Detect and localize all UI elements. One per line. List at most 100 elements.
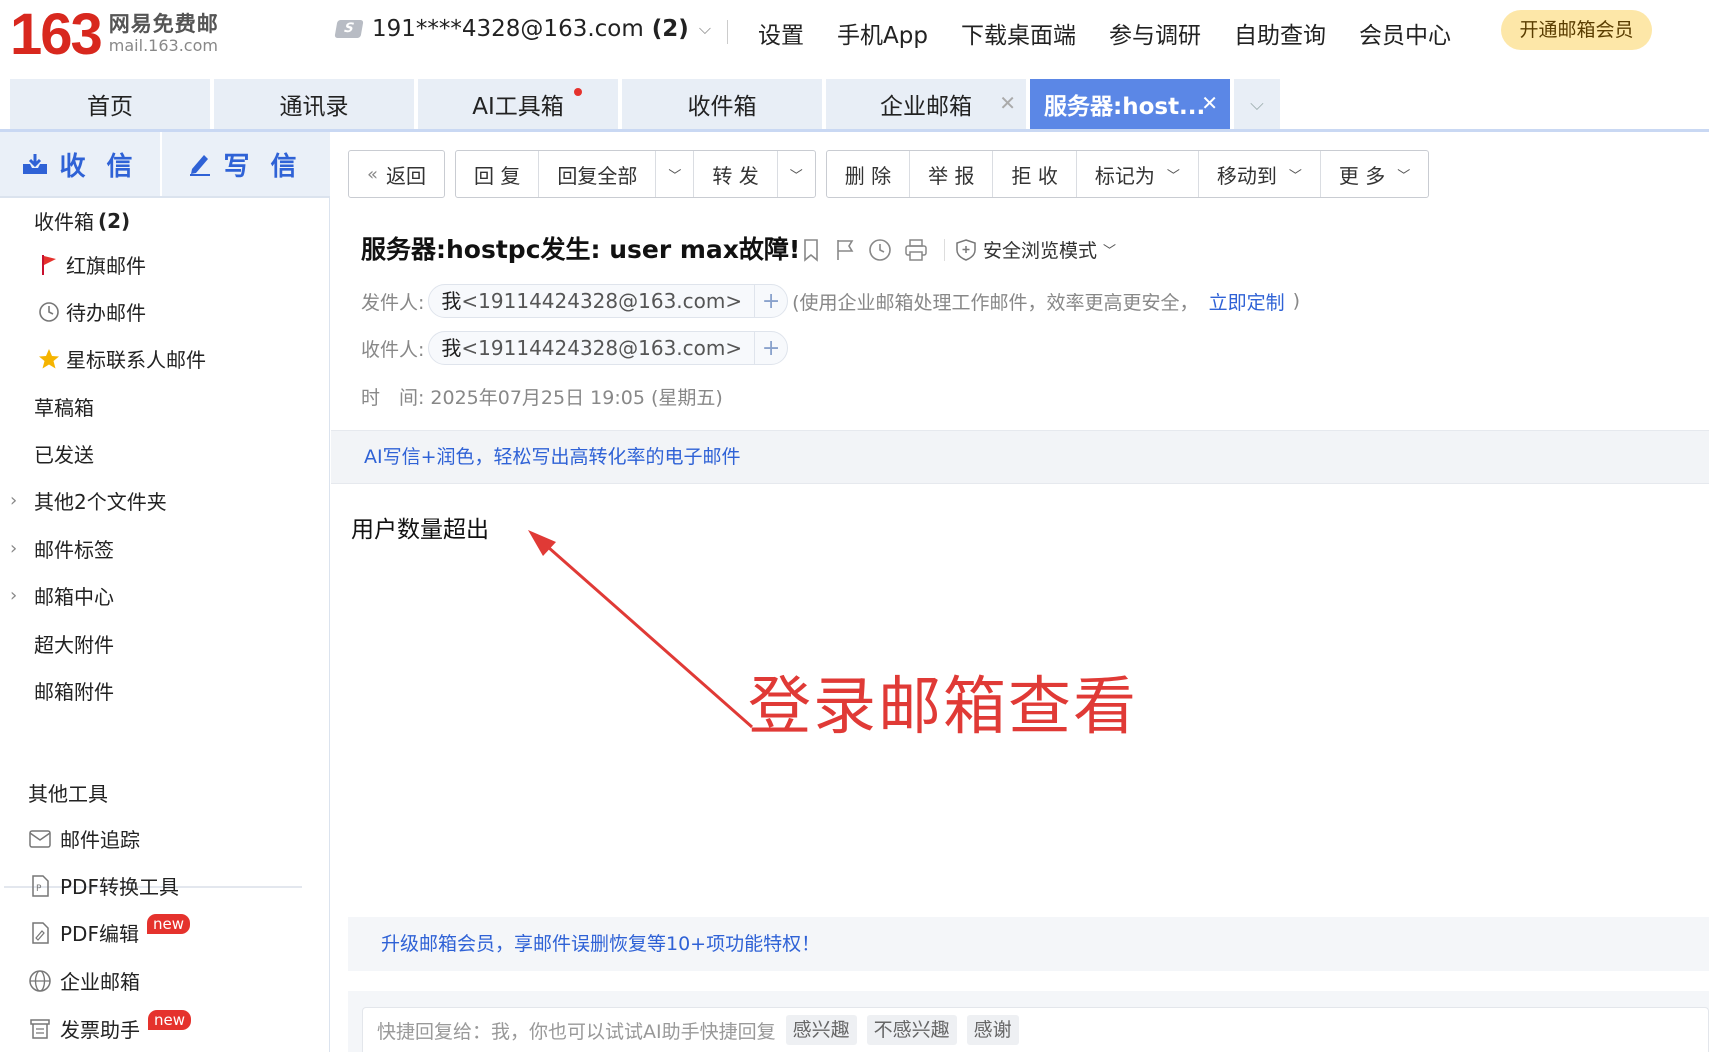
close-icon[interactable]: ✕ [1201,91,1218,115]
tab-inbox[interactable]: 收件箱 [622,79,822,129]
chevron-down-icon: ﹀ [789,168,803,184]
mail-body: 用户数量超出 [351,517,489,543]
chevron-right-icon[interactable]: › [10,585,17,606]
sender-address: <19114424328@163.com> [461,289,743,313]
folder-mail-attachments[interactable]: 邮箱附件 [34,676,114,705]
ai-promo-bar[interactable]: AI写信+润色，轻松写出高转化率的电子邮件 [331,430,1709,484]
quick-chip-not-interested[interactable]: 不感兴趣 [866,1015,957,1045]
folder-mail-center[interactable]: › 邮箱中心 [10,581,114,610]
tool-enterprise-mail[interactable]: 企业邮箱 [28,966,140,995]
enterprise-note-end: ) [1292,290,1300,312]
quick-reply-placeholder: 快捷回复给：我，你也可以试试AI助手快捷回复 [377,1020,776,1043]
double-chevron-left-icon: « [367,163,379,185]
logo-en: mail.163.com [108,36,218,55]
open-vip-button[interactable]: 开通邮箱会员 [1501,10,1652,50]
tool-mail-tracking[interactable]: 邮件追踪 [28,824,140,853]
mail-tracking-icon [29,829,51,848]
logo-number: 163 [10,2,103,67]
tab-current-mail[interactable]: 服务器:host... ✕ [1030,79,1230,129]
add-contact-icon[interactable]: + [755,336,787,361]
more-dropdown[interactable]: 更 多 ﹀ [1321,151,1428,197]
top-header: 163 网易免费邮 mail.163.com S 191****4328@163… [0,0,1709,70]
customize-link[interactable]: 立即定制 [1209,288,1285,315]
reply-all-dropdown[interactable]: ﹀ [656,151,695,197]
tab-enterprise-mail[interactable]: 企业邮箱 ✕ [826,79,1026,129]
vip-promo-bar[interactable]: 升级邮箱会员，享邮件误删恢复等10+项功能特权！ [348,917,1709,971]
invoice-icon [30,1018,50,1039]
nav-self-service[interactable]: 自助查询 [1234,16,1326,50]
back-button[interactable]: « 返回 [349,151,444,197]
logo[interactable]: 163 网易免费邮 mail.163.com [10,4,219,66]
print-icon[interactable] [904,238,928,262]
globe-icon [29,969,51,992]
nav-mobile-app[interactable]: 手机App [837,16,928,50]
nav-member-center[interactable]: 会员中心 [1359,16,1451,50]
icon-divider [944,238,945,261]
reject-button[interactable]: 拒 收 [993,151,1077,197]
pdf-file-icon: P [32,874,49,897]
clock-icon[interactable] [868,238,892,262]
tool-pdf-edit[interactable]: PDF编辑 new [28,913,190,947]
inbox-count: (2) [98,208,131,233]
sender-row: 发件人: 我<19114424328@163.com> + (使用企业邮箱处理工… [361,284,1300,318]
pdf-edit-icon [32,921,49,944]
folder-flagged[interactable]: 红旗邮件 [34,250,146,279]
folder-sent[interactable]: 已发送 [34,439,94,468]
tab-contacts[interactable]: 通讯录 [214,79,414,129]
forward-dropdown[interactable]: ﹀ [778,151,815,197]
new-badge: new [148,1009,192,1030]
nav-survey[interactable]: 参与调研 [1109,16,1201,50]
mail-toolbar: « 返回 回 复 回复全部 ﹀ 转 发 ﹀ 删 除 举 报 拒 收 标记为 ﹀ 移… [348,150,1439,198]
folder-large-attachments[interactable]: 超大附件 [34,629,114,658]
top-nav: 设置 手机App 下载桌面端 参与调研 自助查询 会员中心 [758,16,1484,50]
receive-button[interactable]: 收 信 [0,132,160,196]
enterprise-note: (使用企业邮箱处理工作邮件，效率更高更安全， [792,291,1199,314]
account-email: 191****4328@163.com [372,16,644,42]
folder-starred-contacts[interactable]: 星标联系人邮件 [34,344,206,373]
account-switcher[interactable]: S 191****4328@163.com (2) ⌵ [334,16,711,42]
tool-pdf-convert[interactable]: P PDF转换工具 [28,871,179,900]
time-value: 2025年07月25日 19:05 (星期五) [430,387,723,409]
compose-button[interactable]: 写 信 [160,132,328,196]
add-contact-icon[interactable]: + [755,289,787,314]
recipient-label: 收件人: [361,338,425,361]
account-unread-count: (2) [651,16,689,42]
sender-chip[interactable]: 我<19114424328@163.com> + [428,284,789,318]
logo-cn: 网易免费邮 [108,12,219,36]
reply-button[interactable]: 回 复 [456,151,540,197]
bookmark-icon[interactable] [800,238,822,262]
chevron-right-icon[interactable]: › [10,490,17,511]
sidebar: 收 信 写 信 收件箱 (2) 红旗邮件 待办邮件 星标联系人邮件 草稿箱 已发… [0,132,330,1052]
folder-drafts[interactable]: 草稿箱 [34,392,94,421]
chevron-right-icon[interactable]: › [10,538,17,559]
recipient-chip[interactable]: 我<19114424328@163.com> + [428,331,789,365]
tab-ai-toolbox[interactable]: AI工具箱 [418,79,618,129]
close-icon[interactable]: ✕ [999,91,1016,115]
new-badge: new [146,913,190,934]
tab-home[interactable]: 首页 [10,79,210,129]
quick-chip-interested[interactable]: 感兴趣 [785,1015,857,1045]
star-icon [38,348,60,370]
quick-reply-input[interactable]: 快捷回复给：我，你也可以试试AI助手快捷回复 感兴趣 不感兴趣 感谢 [362,1007,1709,1052]
mark-as-dropdown[interactable]: 标记为 ﹀ [1077,151,1199,197]
move-to-dropdown[interactable]: 移动到 ﹀ [1199,151,1321,197]
folder-other-folders[interactable]: › 其他2个文件夹 [10,486,167,515]
delete-button[interactable]: 删 除 [827,151,911,197]
inbox-download-icon [23,154,48,174]
folder-todo[interactable]: 待办邮件 [34,297,146,326]
forward-button[interactable]: 转 发 [694,151,778,197]
time-row: 时 间: 2025年07月25日 19:05 (星期五) [361,383,723,410]
quick-chip-thanks[interactable]: 感谢 [966,1015,1019,1045]
tool-invoice-assistant[interactable]: 发票助手 new [28,1009,192,1043]
reply-all-button[interactable]: 回复全部 [539,151,657,197]
nav-settings[interactable]: 设置 [758,16,804,50]
chevron-down-icon: ⌵ [1250,93,1264,115]
folder-inbox[interactable]: 收件箱 (2) [34,206,130,235]
safe-browsing-toggle[interactable]: 安全浏览模式 ﹀ [955,236,1116,263]
tab-overflow-button[interactable]: ⌵ [1234,79,1280,129]
folder-mail-tags[interactable]: › 邮件标签 [10,534,114,563]
report-button[interactable]: 举 报 [910,151,994,197]
flag-icon[interactable] [834,238,856,262]
nav-desktop-download[interactable]: 下载桌面端 [961,16,1076,50]
pen-icon [190,155,211,176]
